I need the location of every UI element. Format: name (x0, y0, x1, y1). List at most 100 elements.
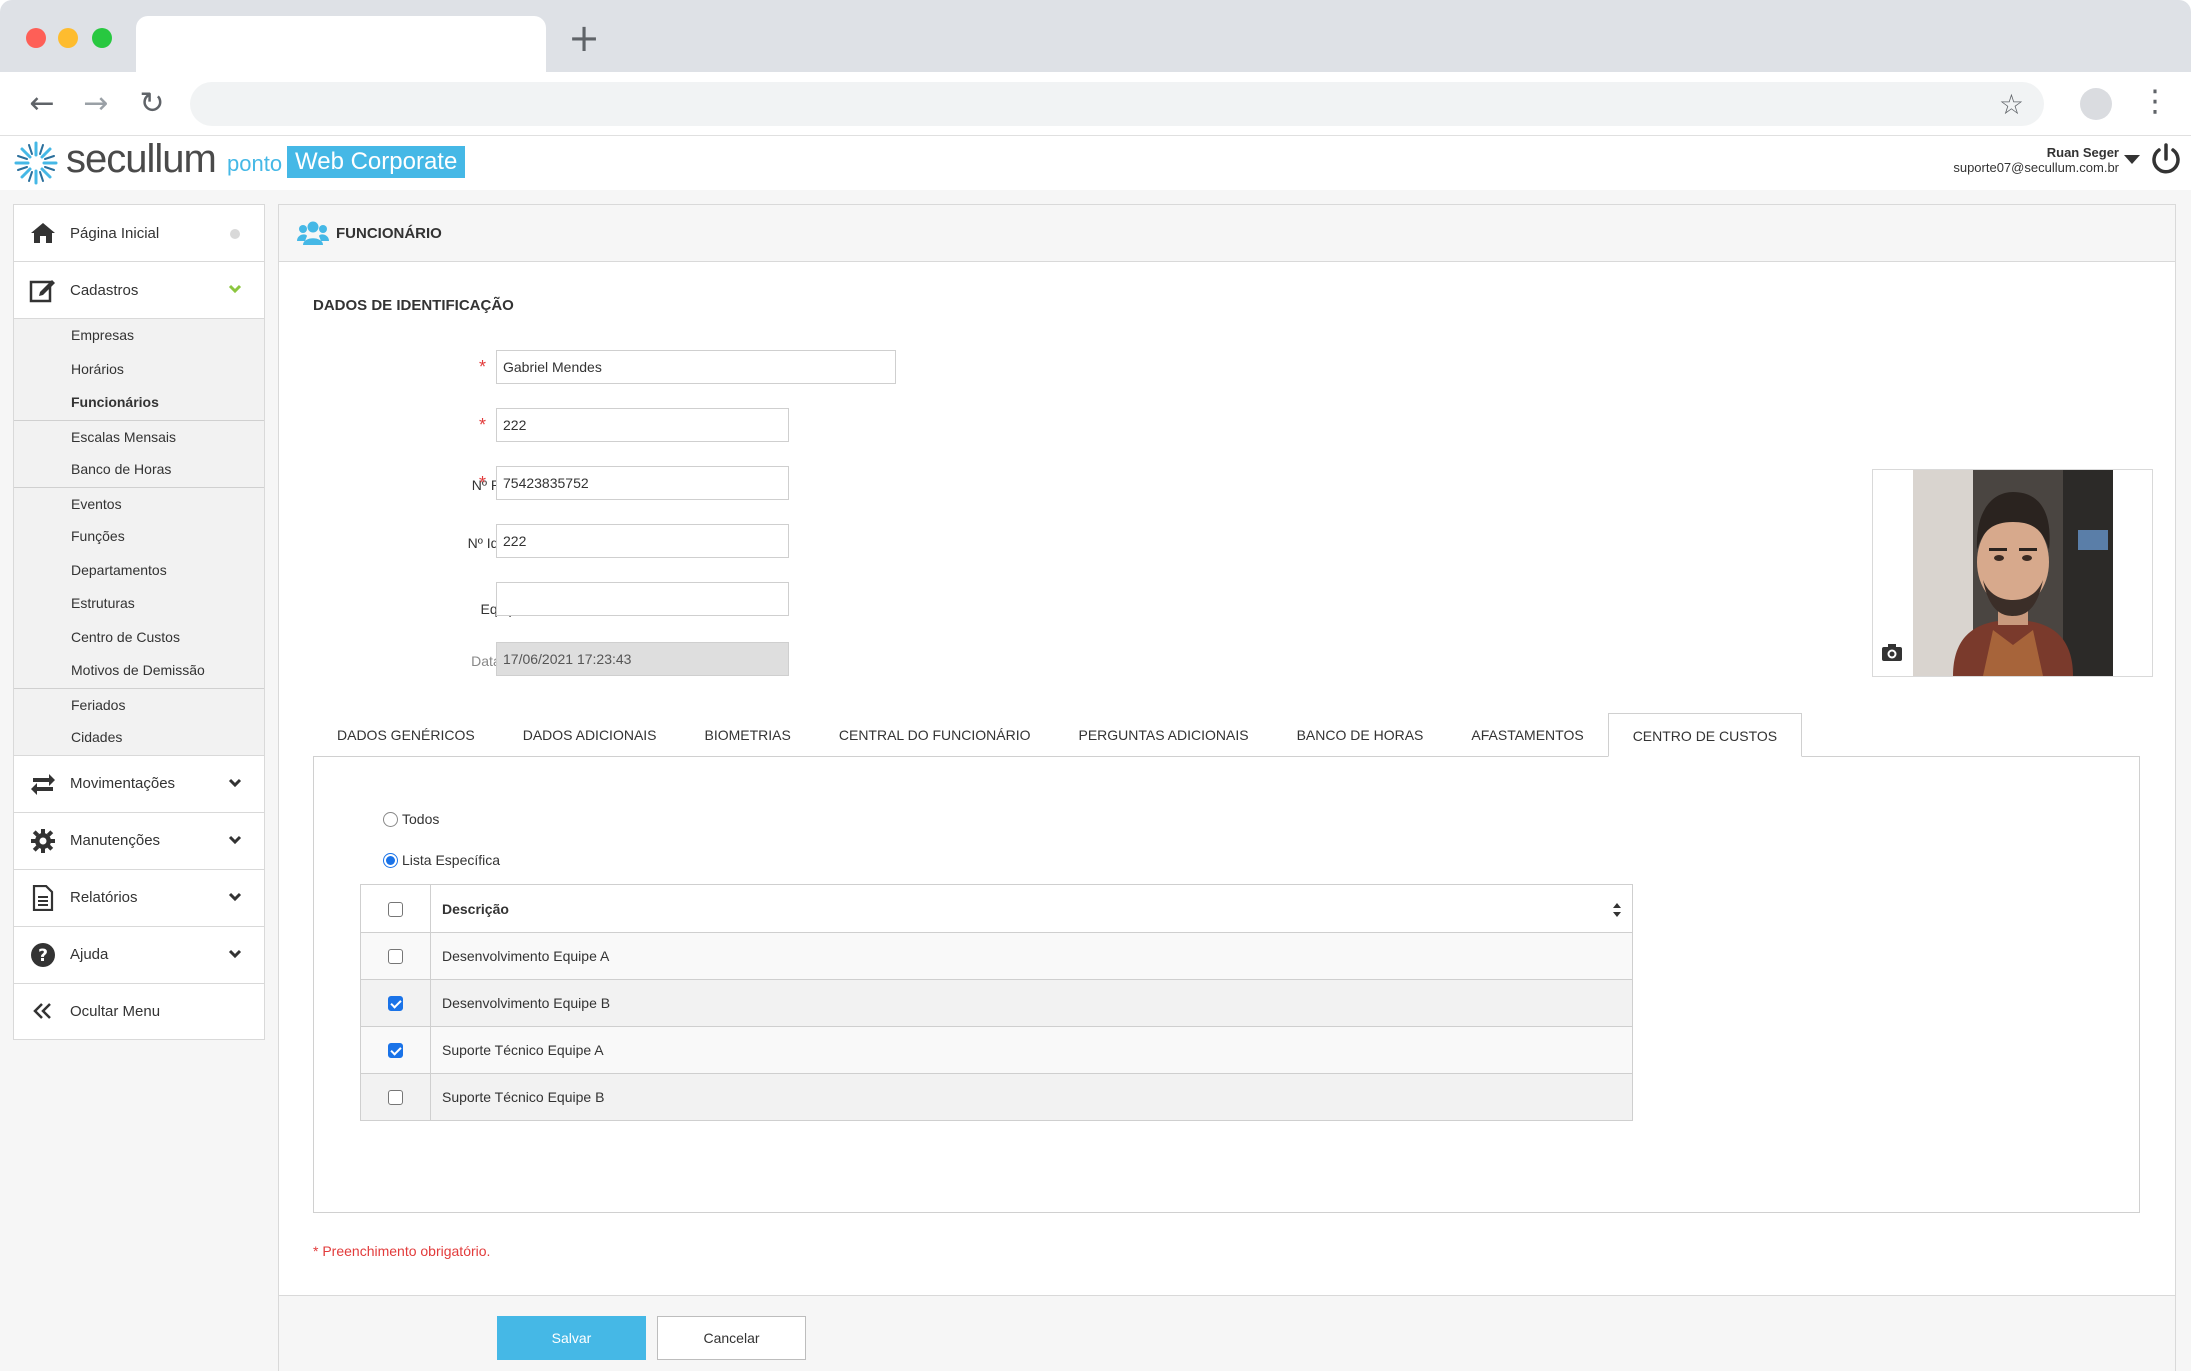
chevron-down-icon (228, 835, 242, 844)
radio-button[interactable] (383, 811, 398, 827)
tab-dados-adicionais[interactable]: DADOS ADICIONAIS (499, 713, 681, 757)
submenu-item[interactable]: Funções (14, 520, 264, 554)
sidebar: Página Inicial Cadastros Empresas Horári… (13, 204, 265, 1040)
reload-icon[interactable]: ↻ (134, 86, 170, 122)
sidebar-item-home[interactable]: Página Inicial (13, 204, 265, 261)
radio-label: Lista Específica (402, 852, 501, 868)
sidebar-item-relatorios[interactable]: Relatórios (13, 868, 265, 926)
submenu-item[interactable]: Banco de Horas (14, 453, 264, 487)
sidebar-item-manutencoes[interactable]: Manutenções (13, 811, 265, 869)
row-checkbox-cell (360, 932, 431, 980)
submenu-item[interactable]: Empresas (14, 319, 264, 353)
radio-lista-especifica[interactable]: Lista Específica (383, 852, 500, 868)
table-row[interactable]: Desenvolvimento Equipe B (360, 979, 1633, 1027)
row-checkbox-checked[interactable] (388, 1043, 403, 1059)
tab-perguntas-adicionais[interactable]: PERGUNTAS ADICIONAIS (1054, 713, 1272, 757)
sidebar-item-label: Relatórios (70, 889, 138, 906)
tab-biometrias[interactable]: BIOMETRIAS (681, 713, 815, 757)
gear-icon (28, 826, 58, 856)
forward-arrow-icon[interactable]: → (78, 86, 114, 122)
brand-product: ponto (227, 151, 283, 176)
select-all-checkbox[interactable] (388, 901, 403, 917)
select-all-cell (360, 884, 431, 933)
row-checkbox-cell (360, 1026, 431, 1074)
row-description: Desenvolvimento Equipe B (430, 979, 1633, 1027)
brand-edition: Web Corporate (287, 146, 466, 178)
user-email[interactable]: suporte07@secullum.com.br (1953, 160, 2119, 175)
panel-header: FUNCIONÁRIO (279, 205, 2175, 262)
sidebar-item-movimentacoes[interactable]: Movimentações (13, 754, 265, 812)
table-row[interactable]: Desenvolvimento Equipe A (360, 932, 1633, 980)
senha-input[interactable] (496, 582, 789, 616)
submenu-item[interactable]: Departamentos (14, 554, 264, 588)
address-bar[interactable]: ☆ (190, 82, 2044, 126)
new-tab-icon[interactable]: + (568, 19, 600, 57)
browser-menu-icon[interactable]: ⋮ (2140, 84, 2170, 119)
sidebar-item-label: Cadastros (70, 281, 139, 299)
submenu-item-active[interactable]: Funcionários (14, 386, 264, 420)
employee-photo (1913, 470, 2113, 676)
submenu-item[interactable]: Motivos de Demissão (14, 654, 264, 688)
save-button[interactable]: Salvar (497, 1316, 646, 1360)
submenu-item[interactable]: Cidades (14, 721, 264, 755)
row-checkbox-checked[interactable] (388, 996, 403, 1012)
row-checkbox-cell (360, 979, 431, 1027)
row-checkbox[interactable] (388, 1090, 403, 1106)
browser-tab-strip: + (0, 0, 2191, 72)
sidebar-item-label: Manutenções (70, 832, 161, 849)
tab-afastamentos[interactable]: AFASTAMENTOS (1447, 713, 1607, 757)
sidebar-item-cadastros[interactable]: Cadastros (13, 261, 265, 318)
table-row[interactable]: Suporte Técnico Equipe B (360, 1073, 1633, 1121)
submenu-item[interactable]: Horários (14, 353, 264, 387)
close-window-button[interactable] (26, 28, 46, 48)
radio-todos[interactable]: Todos (383, 811, 439, 827)
table-row[interactable]: Suporte Técnico Equipe A (360, 1026, 1633, 1074)
sidebar-item-ajuda[interactable]: ? Ajuda (13, 925, 265, 983)
edit-icon (28, 275, 58, 305)
identificador-input[interactable]: 222 (496, 524, 789, 558)
sort-icon[interactable] (1612, 902, 1622, 918)
sidebar-item-label: Página Inicial (70, 224, 160, 242)
nome-input[interactable]: Gabriel Mendes (496, 350, 896, 384)
row-checkbox[interactable] (388, 949, 403, 965)
submenu-item[interactable]: Estruturas (14, 587, 264, 621)
chevron-down-icon (228, 949, 242, 958)
submenu-item[interactable]: Feriados (14, 687, 264, 722)
sidebar-item-hide-menu[interactable]: Ocultar Menu (13, 982, 265, 1040)
tab-dados-genericos[interactable]: DADOS GENÉRICOS (313, 713, 499, 757)
secullum-logo-icon (14, 141, 58, 185)
centro-custos-table: Descrição Desenvolvimento Equipe A Desen… (360, 884, 1633, 1121)
minimize-window-button[interactable] (58, 28, 78, 48)
radio-button-checked[interactable] (383, 852, 398, 868)
chevron-down-icon (228, 892, 242, 901)
cancel-button[interactable]: Cancelar (657, 1316, 806, 1360)
back-arrow-icon[interactable]: ← (24, 86, 60, 122)
user-menu-caret-icon[interactable] (2124, 155, 2140, 164)
maximize-window-button[interactable] (92, 28, 112, 48)
submenu-item[interactable]: Escalas Mensais (14, 419, 264, 454)
employee-photo-box[interactable] (1872, 469, 2153, 677)
employee-tabs: DADOS GENÉRICOS DADOS ADICIONAIS BIOMETR… (313, 713, 1803, 757)
tab-central-funcionario[interactable]: CENTRAL DO FUNCIONÁRIO (815, 713, 1055, 757)
camera-icon[interactable] (1881, 642, 1903, 662)
required-mark: * (479, 415, 487, 435)
users-icon (297, 221, 329, 245)
pis-input[interactable]: 75423835752 (496, 466, 789, 500)
help-icon: ? (28, 940, 58, 970)
row-description: Suporte Técnico Equipe B (430, 1073, 1633, 1121)
user-name[interactable]: Ruan Seger (2047, 145, 2119, 160)
submenu-item[interactable]: Eventos (14, 486, 264, 521)
power-icon[interactable] (2148, 141, 2184, 177)
page-title: FUNCIONÁRIO (336, 225, 442, 242)
folha-input[interactable]: 222 (496, 408, 789, 442)
browser-tab[interactable] (136, 16, 546, 72)
table-header-row: Descrição (360, 884, 1633, 933)
status-dot-icon (230, 229, 240, 239)
bookmark-star-icon[interactable]: ☆ (1999, 88, 2024, 121)
tab-banco-horas[interactable]: BANCO DE HORAS (1273, 713, 1448, 757)
profile-avatar[interactable] (2080, 88, 2112, 120)
column-header-descricao[interactable]: Descrição (430, 884, 1633, 933)
row-description: Desenvolvimento Equipe A (430, 932, 1633, 980)
tab-centro-custos[interactable]: CENTRO DE CUSTOS (1607, 713, 1803, 757)
submenu-item[interactable]: Centro de Custos (14, 621, 264, 655)
